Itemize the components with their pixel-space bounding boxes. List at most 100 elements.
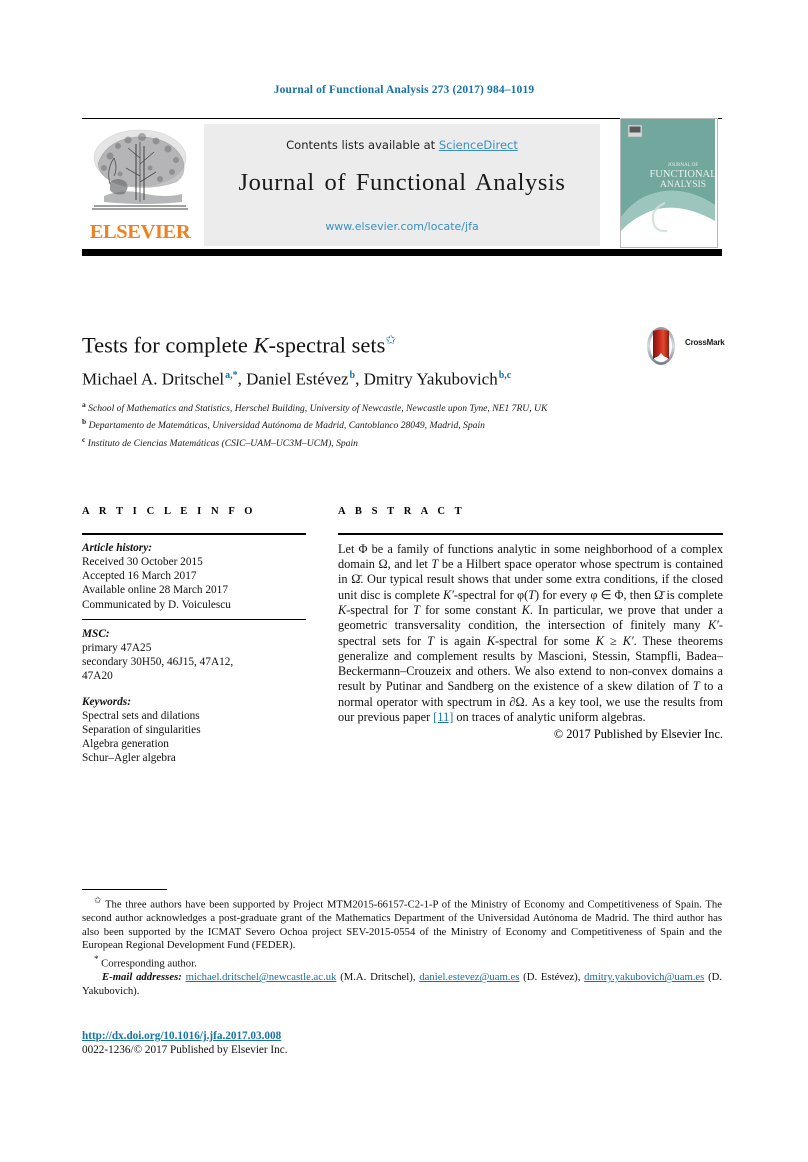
article-history-label: Article history:: [82, 541, 152, 554]
journal-title: Journal of Functional Analysis: [238, 169, 566, 196]
email-addresses-label: E-mail addresses:: [102, 971, 182, 984]
affiliation-text: Departamento de Matemáticas, Universidad…: [88, 420, 485, 432]
abstract-heading: A B S T R A C T: [338, 506, 466, 517]
contents-prefix: Contents lists available at: [286, 138, 439, 152]
doi-line: http://dx.doi.org/10.1016/j.jfa.2017.03.…: [82, 1029, 722, 1043]
doi-link[interactable]: http://dx.doi.org/10.1016/j.jfa.2017.03.…: [82, 1030, 281, 1042]
footnote-block: ✩ The three authors have been supported …: [82, 894, 722, 998]
abs-seg: for some constant: [419, 602, 522, 617]
abs-seg: ) for every φ ∈ Φ, then Ω̄ is complete: [535, 587, 723, 602]
article-info-heading: A R T I C L E I N F O: [82, 506, 257, 517]
abs-var: T: [413, 602, 420, 617]
author-affiliation-mark[interactable]: a,*: [224, 370, 238, 381]
affiliation-text: Instituto de Ciencias Matemáticas (CSIC–…: [87, 437, 358, 449]
email-owner: (M.A. Dritschel),: [340, 971, 416, 984]
keywords-label: Keywords:: [82, 695, 131, 708]
svg-text:JOURNAL OF: JOURNAL OF: [668, 163, 698, 168]
title-footnote-star-icon[interactable]: ✩: [385, 332, 396, 347]
footnote-corresponding-text: Corresponding author.: [101, 957, 197, 970]
footnote-funding: ✩ The three authors have been supported …: [82, 894, 722, 953]
abs-var: K ≥ K′: [595, 633, 634, 648]
journal-masthead: ELSEVIER Contents lists available at Sci…: [82, 118, 722, 256]
msc-item: secondary 30H50, 46J15, 47A12,: [82, 656, 234, 669]
journal-cover-thumbnail[interactable]: JOURNAL OF FUNCTIONAL ANALYSIS: [620, 118, 718, 248]
crossmark-logo-icon: [647, 327, 675, 365]
affiliation-item: c Instituto de Ciencias Matemáticas (CSI…: [82, 433, 682, 450]
affiliation-text: School of Mathematics and Statistics, He…: [88, 403, 548, 415]
author-list: Michael A. Dritschela,*, Daniel Estévezb…: [82, 369, 512, 389]
abs-seg: on traces of analytic uniform algebras.: [453, 710, 646, 725]
abs-seg: -spectral for some: [495, 633, 596, 648]
abstract-column: A B S T R A C T Let Φ be a family of fun…: [338, 506, 723, 742]
author-name: Daniel Estévez: [246, 369, 349, 389]
article-info-column: A R T I C L E I N F O Article history: R…: [82, 506, 306, 766]
footnote-star-mark: ✩: [94, 895, 102, 905]
abs-var: T: [692, 679, 700, 694]
affiliation-item: a School of Mathematics and Statistics, …: [82, 398, 682, 415]
crossmark-badge[interactable]: CrossMark: [641, 326, 729, 366]
abs-var: K: [486, 633, 496, 648]
contents-available-line: Contents lists available at ScienceDirec…: [204, 138, 600, 152]
elsevier-logo: ELSEVIER: [84, 124, 196, 246]
reference-link[interactable]: [11]: [433, 710, 453, 724]
article-info-mid-rule: [82, 618, 306, 620]
affiliation-list: a School of Mathematics and Statistics, …: [82, 398, 682, 450]
author-name: Dmitry Yakubovich: [363, 369, 498, 389]
journal-url-link[interactable]: www.elsevier.com/locate/jfa: [204, 220, 600, 233]
abstract-copyright: © 2017 Published by Elsevier Inc.: [553, 727, 723, 742]
keyword-item: Algebra generation: [82, 738, 169, 751]
footnote-funding-text: The three authors have been supported by…: [82, 898, 722, 952]
history-item: Received 30 October 2015: [82, 556, 203, 568]
running-head: Journal of Functional Analysis 273 (2017…: [273, 84, 535, 96]
page-title: Tests for complete K-spectral sets✩: [82, 326, 602, 359]
footnote-corresponding: * Corresponding author.: [82, 953, 722, 971]
history-item: Communicated by D. Voiculescu: [82, 598, 231, 611]
svg-text:ANALYSIS: ANALYSIS: [660, 180, 706, 190]
svg-text:FUNCTIONAL: FUNCTIONAL: [649, 169, 715, 180]
msc-label: MSC:: [82, 627, 110, 640]
article-history-block: Article history: Received 30 October 201…: [82, 535, 306, 612]
email-link[interactable]: dmitry.yakubovich@uam.es: [584, 971, 704, 983]
affiliation-item: b Departamento de Matemáticas, Universid…: [82, 415, 682, 432]
abs-var: T: [427, 633, 434, 648]
elsevier-wordmark: ELSEVIER: [89, 221, 191, 243]
msc-block: MSC: primary 47A25 secondary 30H50, 46J1…: [82, 627, 306, 766]
affiliation-mark: b: [82, 417, 87, 427]
keyword-item: Separation of singularities: [82, 723, 201, 736]
masthead-bottom-rule: [82, 249, 722, 256]
abs-seg: is again: [433, 633, 487, 648]
affiliation-mark: a: [82, 400, 86, 409]
footnote-asterisk-mark: *: [94, 953, 99, 964]
title-part-2: -spectral sets: [268, 332, 386, 358]
footnote-separator-rule: [82, 889, 167, 891]
keyword-item: Spectral sets and dilations: [82, 709, 200, 722]
sciencedirect-link[interactable]: ScienceDirect: [439, 138, 518, 152]
email-link[interactable]: michael.dritschel@newcastle.ac.uk: [186, 971, 337, 983]
author-name: Michael A. Dritschel: [82, 369, 225, 389]
abs-var: T: [528, 587, 536, 602]
msc-item: primary 47A25: [82, 641, 152, 654]
elsevier-tree-icon: [84, 124, 196, 220]
footer-block: http://dx.doi.org/10.1016/j.jfa.2017.03.…: [82, 1029, 722, 1058]
journal-banner: Contents lists available at ScienceDirec…: [204, 124, 600, 246]
abs-var: K′: [707, 618, 719, 633]
abs-seg: -spectral for φ(: [453, 587, 529, 602]
msc-item: 47A20: [82, 670, 113, 683]
abs-seg: -spectral for: [346, 602, 414, 617]
title-part-1: Tests for complete: [82, 332, 254, 358]
author-affiliation-mark[interactable]: b: [349, 370, 356, 381]
author-affiliation-mark[interactable]: b,c: [498, 370, 512, 381]
abs-var: K: [338, 602, 347, 617]
history-item: Available online 28 March 2017: [82, 584, 228, 597]
crossmark-label: CrossMark: [685, 338, 725, 347]
paper-page: Journal of Functional Analysis 273 (2017…: [0, 0, 808, 1162]
email-owner: (D. Estévez),: [523, 971, 581, 984]
abstract-text: Let Φ be a family of functions analytic …: [338, 535, 723, 726]
affiliation-mark: c: [82, 434, 86, 444]
issn-copyright-line: 0022-1236/© 2017 Published by Elsevier I…: [82, 1044, 288, 1057]
abs-var: K: [521, 602, 530, 617]
history-item: Accepted 16 March 2017: [82, 570, 197, 583]
footnote-emails: E-mail addresses: michael.dritschel@newc…: [82, 971, 722, 998]
email-link[interactable]: daniel.estevez@uam.es: [419, 971, 519, 983]
